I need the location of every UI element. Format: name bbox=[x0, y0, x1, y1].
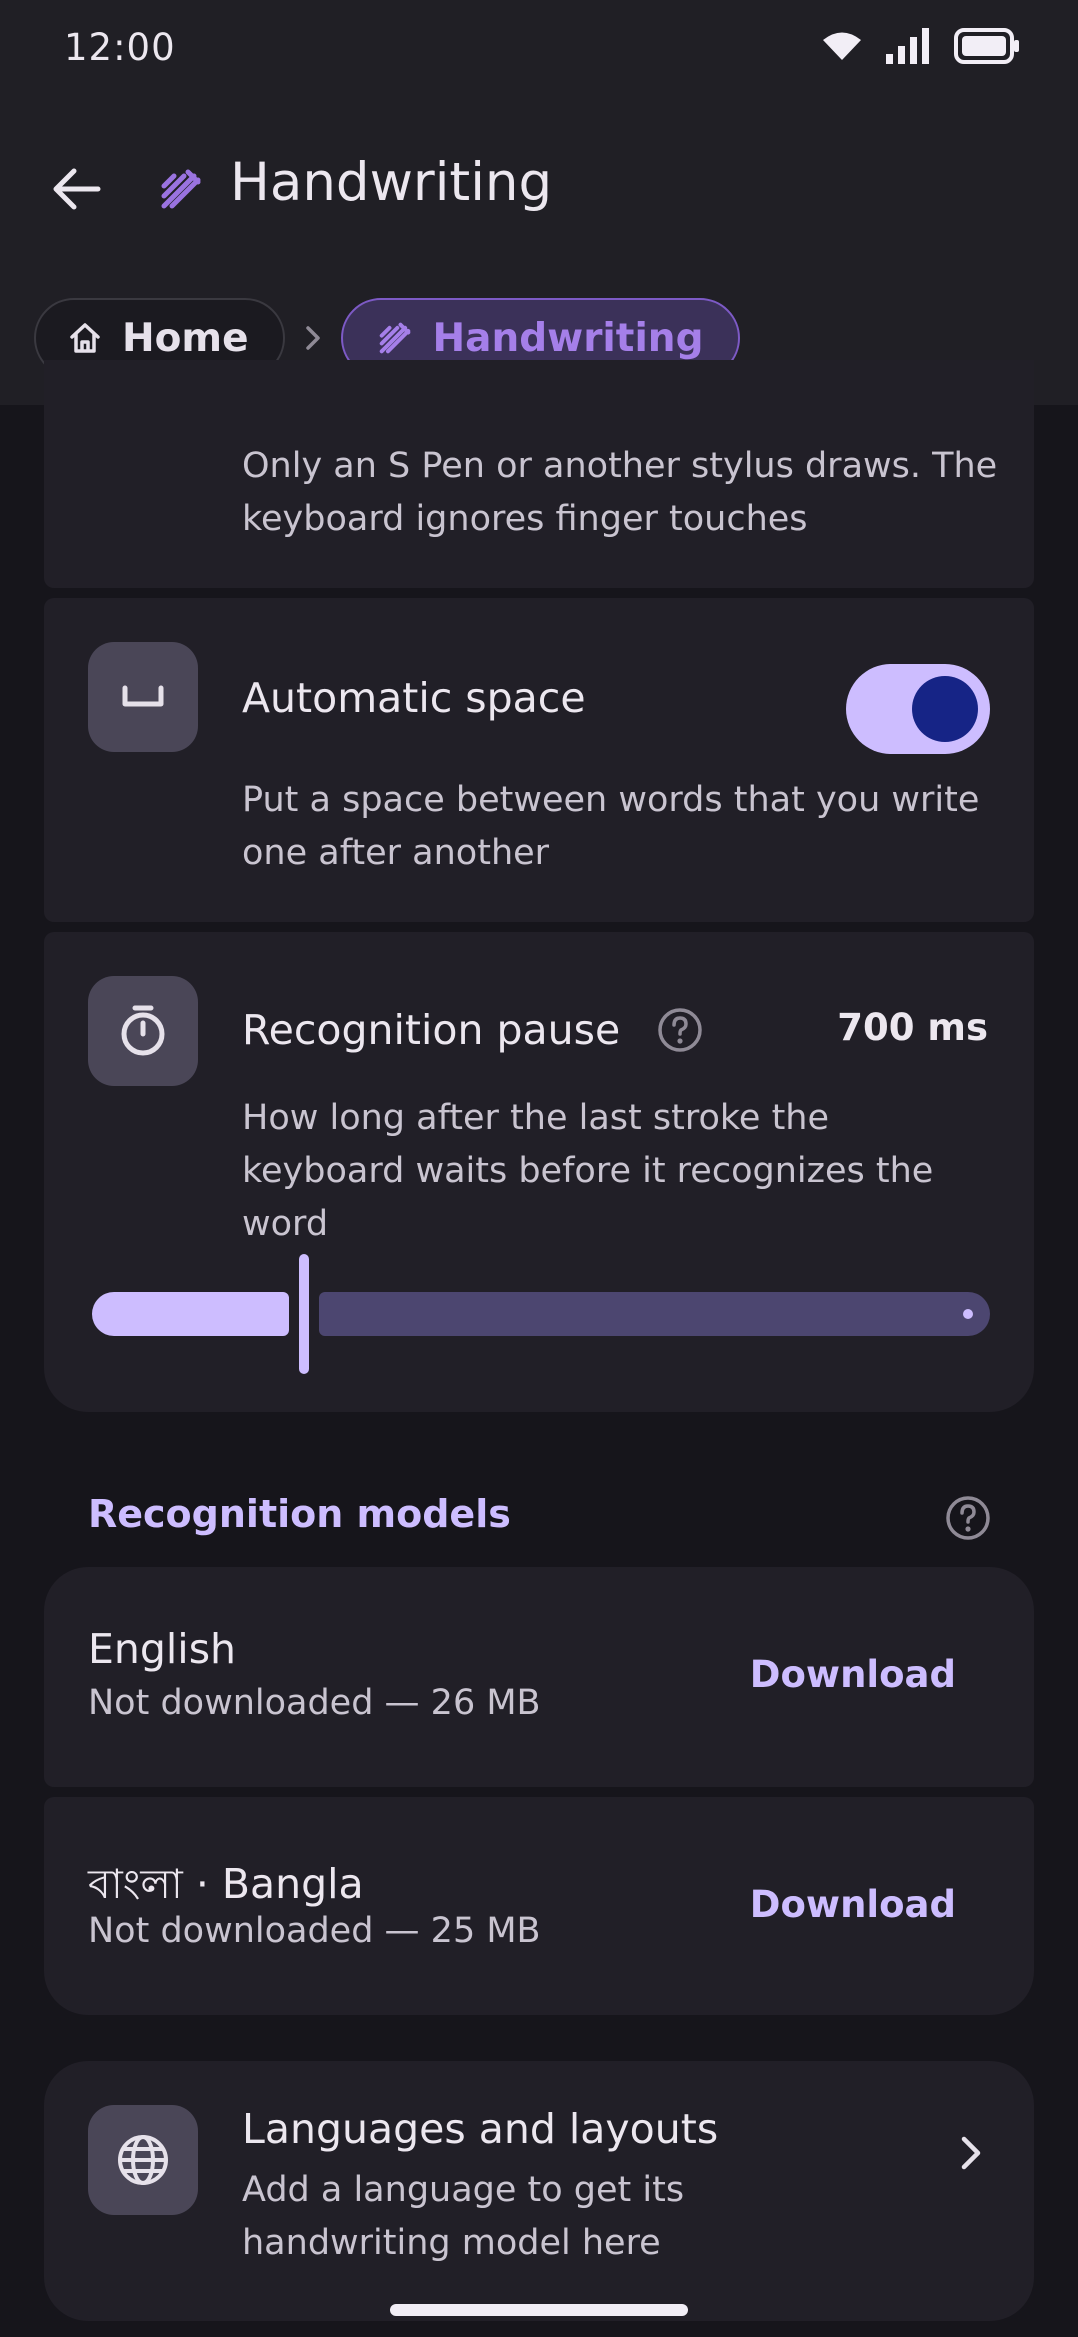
back-button[interactable] bbox=[40, 152, 114, 226]
model-item-bangla: বাংলা · Bangla Not downloaded — 25 MB Do… bbox=[44, 1797, 1034, 2015]
chevron-right-icon bbox=[285, 324, 341, 352]
globe-icon-tile bbox=[88, 2105, 198, 2215]
model-status: Not downloaded — 25 MB bbox=[88, 1911, 541, 1951]
timer-icon bbox=[121, 1005, 165, 1056]
breadcrumb-current-label: Handwriting bbox=[432, 315, 704, 361]
recognition-pause-value: 700 ms bbox=[837, 1006, 988, 1049]
home-icon bbox=[70, 323, 100, 353]
status-bar: 12:00 bbox=[0, 0, 1078, 100]
automatic-space-card[interactable]: Automatic space Put a space between word… bbox=[44, 598, 1034, 922]
wifi-icon bbox=[823, 32, 861, 60]
download-button[interactable]: Download bbox=[750, 1653, 956, 1696]
handwriting-settings-screen: 12:00 Handwriting Home Handwriting Only … bbox=[0, 0, 1078, 2337]
arrow-back-icon bbox=[53, 168, 101, 210]
page-title: Handwriting bbox=[230, 152, 553, 213]
space-bar-icon-tile bbox=[88, 642, 198, 752]
space-bar-icon bbox=[122, 685, 164, 707]
chevron-right-icon bbox=[958, 2133, 984, 2177]
automatic-space-title: Automatic space bbox=[242, 674, 586, 722]
timer-icon-tile bbox=[88, 976, 198, 1086]
model-name: English bbox=[88, 1625, 237, 1673]
status-time: 12:00 bbox=[64, 26, 176, 69]
battery-icon bbox=[954, 28, 1019, 64]
stylus-only-card[interactable]: Only an S Pen or another stylus draws. T… bbox=[44, 360, 1034, 588]
slider-active-track bbox=[92, 1292, 289, 1336]
recognition-pause-slider[interactable] bbox=[92, 1254, 990, 1374]
help-icon[interactable] bbox=[656, 1006, 704, 1058]
globe-icon bbox=[118, 2135, 168, 2185]
help-icon[interactable] bbox=[944, 1494, 992, 1546]
model-item-english: English Not downloaded — 26 MB Download bbox=[44, 1567, 1034, 1787]
automatic-space-toggle[interactable] bbox=[846, 664, 990, 754]
status-icons bbox=[822, 28, 1020, 64]
home-indicator[interactable] bbox=[390, 2304, 688, 2316]
languages-title: Languages and layouts bbox=[242, 2105, 719, 2153]
toggle-knob bbox=[912, 676, 978, 742]
recognition-pause-title: Recognition pause bbox=[242, 1006, 621, 1054]
stylus-only-description: Only an S Pen or another stylus draws. T… bbox=[242, 446, 998, 539]
slider-end-stop bbox=[963, 1309, 973, 1319]
handwriting-icon bbox=[161, 169, 201, 209]
signal-icon bbox=[886, 28, 929, 64]
model-status: Not downloaded — 26 MB bbox=[88, 1683, 541, 1723]
recognition-pause-description: How long after the last stroke the keybo… bbox=[242, 1098, 934, 1244]
download-button[interactable]: Download bbox=[750, 1883, 956, 1926]
recognition-models-header: Recognition models bbox=[88, 1492, 511, 1536]
recognition-pause-card: Recognition pause 700 ms How long after … bbox=[44, 932, 1034, 1412]
automatic-space-description: Put a space between words that you write… bbox=[242, 780, 980, 873]
languages-description: Add a language to get its handwriting mo… bbox=[242, 2170, 685, 2263]
breadcrumb-home-label: Home bbox=[122, 315, 249, 361]
handwriting-icon bbox=[379, 322, 410, 354]
slider-handle[interactable] bbox=[299, 1254, 309, 1374]
slider-inactive-track bbox=[319, 1292, 990, 1336]
languages-and-layouts-link[interactable]: Languages and layouts Add a language to … bbox=[44, 2061, 1034, 2321]
